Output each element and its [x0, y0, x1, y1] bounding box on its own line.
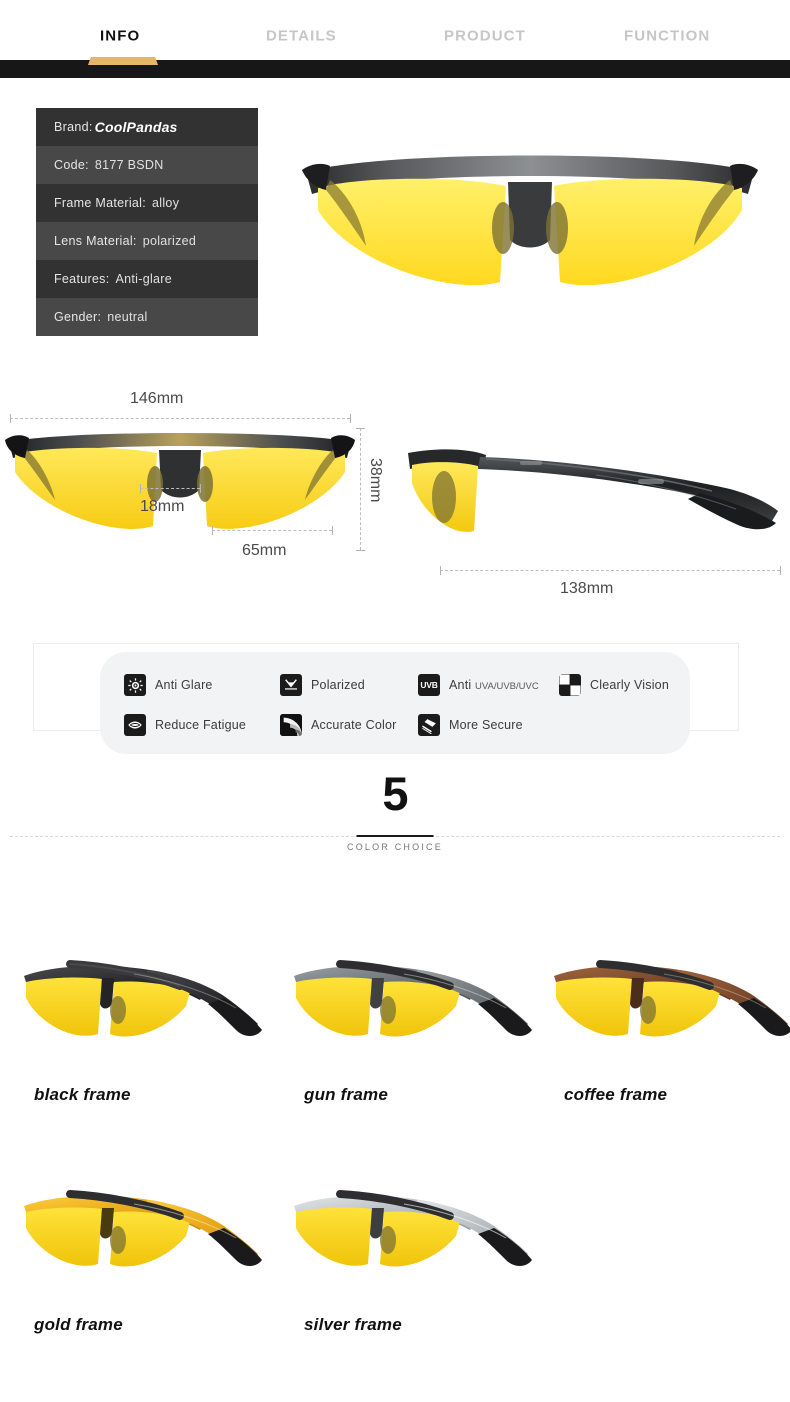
variant-label: black frame [34, 1085, 131, 1104]
feature-accurate-color: Accurate Color [280, 714, 396, 736]
tab-product[interactable]: PRODUCT [444, 28, 526, 45]
tab-info[interactable]: INFO [100, 28, 140, 45]
variant-gun-frame-image [294, 960, 532, 1037]
spec-key: Features: [54, 272, 110, 286]
variant-silver-frame[interactable]: silver frame [280, 1160, 545, 1390]
tab-function[interactable]: FUNCTION [624, 28, 710, 45]
color-choice-count: 5 [382, 767, 408, 820]
variant-label: gun frame [304, 1085, 388, 1104]
variant-label: silver frame [304, 1315, 402, 1334]
dimension-tick [212, 526, 213, 535]
dimension-tick [200, 484, 201, 493]
dimension-label-temple: 138mm [560, 580, 614, 597]
dimension-tick [140, 484, 141, 493]
product-detail-page: INFO DETAILS PRODUCT FUNCTION Brand: Coo… [0, 0, 790, 1402]
variants-row-2: gold frame silver frame [0, 1160, 790, 1390]
dimension-tick [356, 550, 365, 551]
nav-tab-list: INFO DETAILS PRODUCT FUNCTION [0, 0, 790, 60]
variant-black-frame-image [24, 960, 262, 1037]
dimension-line-height [360, 428, 361, 550]
variant-black-frame[interactable]: black frame [10, 930, 275, 1160]
uvb-badge-icon: UVB [418, 674, 440, 696]
dimension-label-width: 146mm [130, 390, 184, 407]
brand-name: CoolPandas [94, 119, 178, 135]
dimension-tick [332, 526, 333, 535]
spec-value: Anti-glare [115, 272, 173, 286]
dimension-tick [356, 428, 365, 429]
spec-key: Gender: [54, 310, 102, 324]
feature-reduce-fatigue: Reduce Fatigue [124, 714, 246, 736]
spec-value: polarized [142, 234, 197, 248]
feature-label: Reduce Fatigue [155, 718, 247, 732]
dimension-diagram-section: 146mm 18mm 65mm 38mm 138mm [0, 380, 790, 630]
color-choice-header: 5 COLOR CHOICE [0, 770, 790, 870]
dimension-label-height: 38mm [367, 458, 384, 503]
spec-row-features: Features: Anti-glare [36, 260, 258, 298]
dimension-tick [780, 566, 781, 575]
dimension-label-lens-width: 65mm [242, 542, 287, 559]
feature-anti-uv: UVB Anti UVA/UVB/UVC [418, 674, 539, 696]
spec-row-gender: Gender: neutral [36, 298, 258, 336]
variant-gold-frame-image [24, 1190, 262, 1267]
feature-label: Polarized [311, 678, 365, 692]
spec-row-brand: Brand: CoolPandas [36, 108, 258, 146]
feature-label-uv-list: UVA/UVB/UVC [475, 681, 539, 692]
spec-key: Lens Material: [54, 234, 137, 248]
spec-value: neutral [107, 310, 148, 324]
variant-coffee-frame-image [554, 960, 790, 1037]
variant-silver-frame-image [294, 1190, 532, 1267]
feature-label: Clearly Vision [590, 678, 669, 692]
feature-label: Anti UVA/UVB/UVC [449, 678, 539, 692]
spec-row-lens-material: Lens Material: polarized [36, 222, 258, 260]
eye-reduce-fatigue-icon [124, 714, 146, 736]
hammer-secure-icon [418, 714, 440, 736]
tab-details[interactable]: DETAILS [266, 28, 337, 45]
dimension-tick [350, 414, 351, 423]
variants-row-1: black frame gun frame coffee frame [0, 930, 790, 1160]
feature-more-secure: More Secure [418, 714, 523, 736]
variant-label: coffee frame [564, 1085, 668, 1104]
variant-coffee-frame[interactable]: coffee frame [540, 930, 790, 1160]
polarized-arrow-icon [280, 674, 302, 696]
dimension-tick [10, 414, 11, 423]
dimension-line-temple [440, 570, 780, 571]
spec-row-code: Code: 8177 BSDN [36, 146, 258, 184]
color-choice-subtitle: COLOR CHOICE [347, 842, 443, 852]
feature-label-main: Anti [449, 678, 476, 692]
feature-clearly-vision: Clearly Vision [559, 674, 669, 696]
dimension-line-width [10, 418, 350, 419]
side-view-sunglasses-image [408, 449, 778, 532]
spec-key: Brand: [54, 120, 93, 134]
spec-value: 8177 BSDN [94, 158, 164, 172]
feature-polarized: Polarized [280, 674, 365, 696]
checkerboard-icon [559, 674, 581, 696]
top-navigation: INFO DETAILS PRODUCT FUNCTION [0, 0, 790, 60]
color-swirl-icon [280, 714, 302, 736]
feature-label: More Secure [449, 718, 523, 732]
color-variants-grid: black frame gun frame coffee frame gold … [0, 930, 790, 1390]
feature-label: Anti Glare [155, 678, 213, 692]
feature-label: Accurate Color [311, 718, 397, 732]
spec-table: Brand: CoolPandas Code: 8177 BSDN Frame … [36, 108, 258, 336]
dimension-label-bridge: 18mm [140, 498, 185, 515]
spec-key: Frame Material: [54, 196, 147, 210]
spec-value: alloy [152, 196, 180, 210]
hero-sunglasses-front-image [302, 155, 758, 286]
dimension-line-bridge [140, 488, 200, 489]
variant-gold-frame[interactable]: gold frame [10, 1160, 275, 1390]
uvb-text: UVB [420, 680, 438, 690]
spec-key: Code: [54, 158, 89, 172]
tab-active-underline [88, 57, 158, 65]
dimension-line-lens-width [212, 530, 332, 531]
spec-row-frame-material: Frame Material: alloy [36, 184, 258, 222]
feature-anti-glare: Anti Glare [124, 674, 213, 696]
variant-label: gold frame [34, 1315, 123, 1334]
features-panel: Anti Glare Polarized UVB Anti UVA/UVB/UV… [100, 652, 690, 754]
sun-anti-glare-icon [124, 674, 146, 696]
variant-gun-frame[interactable]: gun frame [280, 930, 545, 1160]
color-choice-divider-accent [356, 835, 434, 837]
dimension-tick [440, 566, 441, 575]
